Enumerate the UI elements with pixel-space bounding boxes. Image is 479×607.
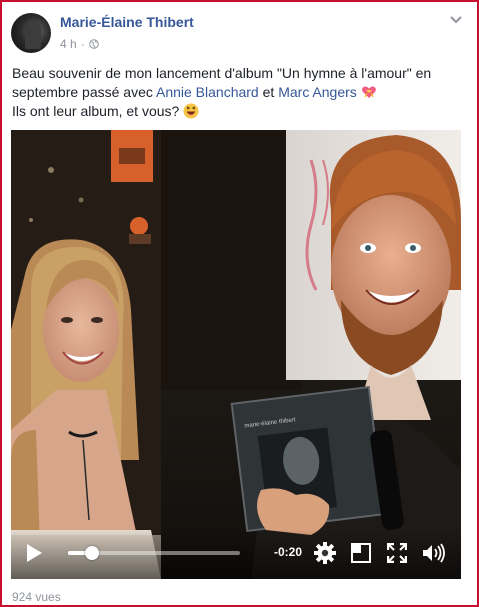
author-avatar[interactable]: [11, 13, 51, 53]
laughing-face-emoji: [183, 103, 199, 119]
play-icon[interactable]: [25, 543, 43, 563]
fullscreen-icon[interactable]: [387, 543, 407, 563]
time-remaining: -0:20: [274, 545, 303, 559]
mention-annie-blanchard[interactable]: Annie Blanchard: [156, 84, 259, 100]
avatar-figure: [25, 21, 41, 49]
volume-icon[interactable]: [422, 543, 446, 563]
author-name-link[interactable]: Marie-Élaine Thibert: [60, 14, 194, 30]
globe-icon[interactable]: [88, 39, 99, 49]
settings-gear-icon[interactable]: [314, 542, 336, 564]
picture-in-picture-icon[interactable]: [351, 543, 371, 563]
post-text-line2: Ils ont leur album, et vous?: [12, 103, 180, 119]
post-timestamp[interactable]: 4 h: [60, 37, 77, 51]
progress-knob[interactable]: [85, 546, 99, 560]
mention-marc-angers[interactable]: Marc Angers: [278, 84, 357, 100]
post-card: Marie-Élaine Thibert 4 h · Beau souvenir…: [0, 0, 479, 607]
video-player[interactable]: marie-élaine thibert -0:20: [11, 130, 461, 579]
post-text: Beau souvenir de mon lancement d'album "…: [12, 64, 452, 121]
view-count: 924 vues: [12, 590, 61, 604]
more-options-icon[interactable]: [445, 10, 467, 30]
heart-with-ribbon-emoji: [361, 86, 376, 98]
post-text-and: et: [258, 84, 279, 100]
progress-scrubber[interactable]: [68, 546, 240, 560]
video-controls-bar: -0:20: [11, 529, 461, 579]
post-meta: 4 h ·: [60, 37, 99, 51]
video-frame: marie-élaine thibert: [11, 130, 461, 579]
